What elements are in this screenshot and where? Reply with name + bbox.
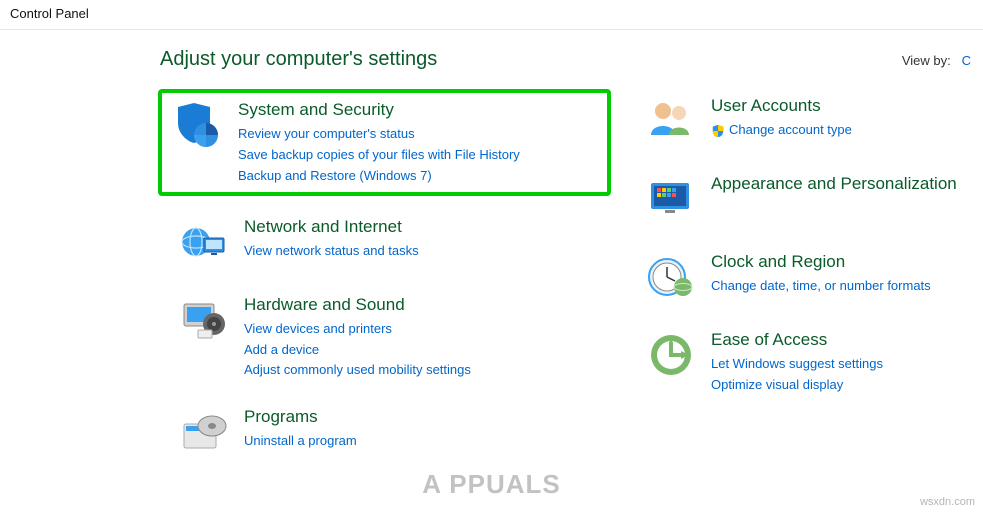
category-title[interactable]: System and Security (238, 99, 520, 121)
category-link[interactable]: Save backup copies of your files with Fi… (238, 146, 520, 165)
category-link[interactable]: Adjust commonly used mobility settings (244, 361, 471, 380)
category-link[interactable]: Change date, time, or number formats (711, 277, 931, 296)
category-ease-of-access[interactable]: Ease of Access Let Windows suggest setti… (637, 323, 977, 401)
watermark-center: A PPUALS (422, 469, 561, 500)
view-by-label: View by: (902, 53, 951, 68)
category-text: Hardware and Sound View devices and prin… (244, 294, 471, 381)
category-link[interactable]: Review your computer's status (238, 125, 520, 144)
users-icon (645, 95, 697, 147)
category-title[interactable]: Ease of Access (711, 329, 883, 351)
view-by-control[interactable]: View by: C (902, 53, 973, 68)
network-icon (178, 216, 230, 268)
category-text: User Accounts Change account type (711, 95, 852, 140)
category-link[interactable]: Let Windows suggest settings (711, 355, 883, 374)
categories-grid: System and Security Review your computer… (0, 89, 983, 464)
category-text: Ease of Access Let Windows suggest setti… (711, 329, 883, 395)
category-text: Programs Uninstall a program (244, 406, 357, 451)
category-system-security[interactable]: System and Security Review your computer… (158, 89, 611, 196)
page-title: Adjust your computer's settings (160, 48, 437, 71)
category-network-internet[interactable]: Network and Internet View network status… (170, 210, 605, 274)
category-appearance[interactable]: Appearance and Personalization (637, 167, 977, 231)
window-title: Control Panel (0, 0, 983, 30)
category-clock-region[interactable]: Clock and Region Change date, time, or n… (637, 245, 977, 309)
category-link[interactable]: Add a device (244, 341, 471, 360)
shield-icon (172, 99, 224, 151)
category-title[interactable]: Appearance and Personalization (711, 173, 957, 195)
left-column: System and Security Review your computer… (170, 89, 605, 464)
uac-shield-icon (711, 124, 725, 138)
category-link[interactable]: Optimize visual display (711, 376, 883, 395)
category-user-accounts[interactable]: User Accounts Change account type (637, 89, 977, 153)
category-link[interactable]: View network status and tasks (244, 242, 419, 261)
category-link[interactable]: Uninstall a program (244, 432, 357, 451)
category-text: Clock and Region Change date, time, or n… (711, 251, 931, 296)
category-text: System and Security Review your computer… (238, 99, 520, 186)
view-by-value[interactable]: C (962, 53, 971, 68)
category-link[interactable]: View devices and printers (244, 320, 471, 339)
category-title[interactable]: Clock and Region (711, 251, 931, 273)
watermark-right: wsxdn.com (920, 496, 975, 508)
category-title[interactable]: Hardware and Sound (244, 294, 471, 316)
hardware-icon (178, 294, 230, 346)
programs-icon (178, 406, 230, 458)
ease-of-access-icon (645, 329, 697, 381)
right-column: User Accounts Change account type (637, 89, 977, 464)
category-text: Appearance and Personalization (711, 173, 957, 197)
category-title[interactable]: Programs (244, 406, 357, 428)
category-link[interactable]: Change account type (729, 121, 852, 140)
category-programs[interactable]: Programs Uninstall a program (170, 400, 605, 464)
clock-icon (645, 251, 697, 303)
category-link[interactable]: Backup and Restore (Windows 7) (238, 167, 520, 186)
appearance-icon (645, 173, 697, 225)
category-title[interactable]: Network and Internet (244, 216, 419, 238)
category-text: Network and Internet View network status… (244, 216, 419, 261)
category-hardware-sound[interactable]: Hardware and Sound View devices and prin… (170, 288, 605, 387)
content-area: Adjust your computer's settings View by:… (0, 30, 983, 464)
header-row: Adjust your computer's settings View by:… (0, 48, 983, 89)
category-title[interactable]: User Accounts (711, 95, 852, 117)
